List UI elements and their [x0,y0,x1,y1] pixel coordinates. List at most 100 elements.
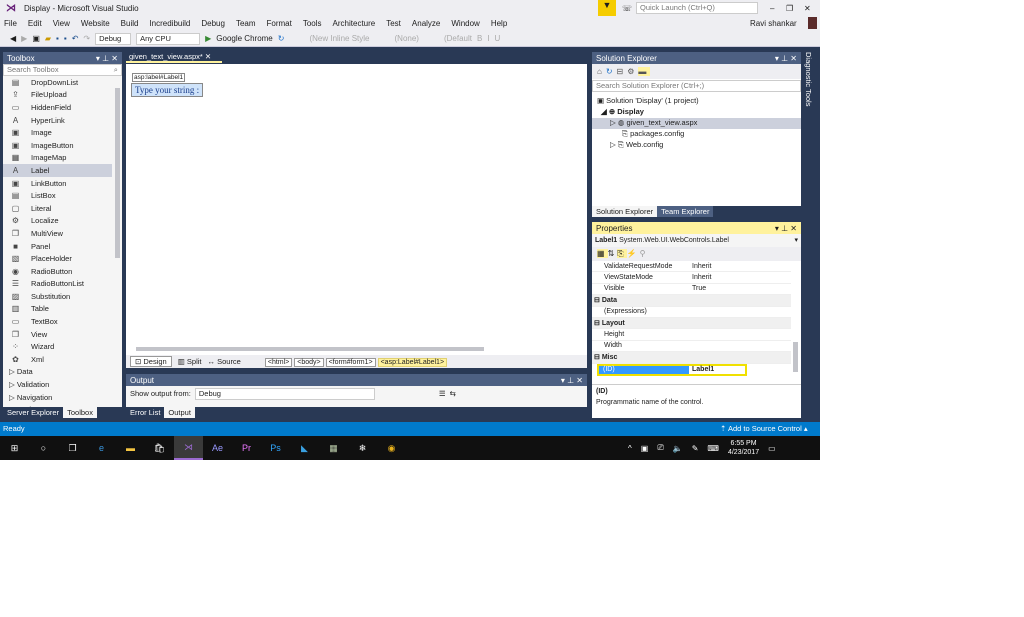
file-explorer-icon[interactable]: ▬ [116,436,145,460]
horizontal-scrollbar[interactable] [136,347,484,351]
tab-team-explorer[interactable]: Team Explorer [657,206,714,217]
undo-icon[interactable]: ↶ [72,34,79,43]
close-button[interactable]: ✕ [804,4,811,13]
category-data[interactable]: ⊟ Data [592,295,791,307]
bold-icon[interactable]: B [477,34,482,43]
tab-toolbox[interactable]: Toolbox [63,407,97,418]
diagnostic-tools-tab[interactable]: Diagnostic Tools [804,52,813,106]
refresh-icon[interactable]: ↻ [278,34,285,43]
menu-view[interactable]: View [53,19,70,28]
visual-studio-icon[interactable]: ⋊ [174,436,203,460]
network-icon[interactable]: ⎚ [657,443,663,453]
property-row[interactable]: ValidateRequestMode Inherit [592,261,791,273]
underline-icon[interactable]: U [495,34,501,43]
clear-all-icon[interactable]: ☰ [439,389,446,398]
font-select[interactable]: (Default [444,34,472,43]
add-to-source-control[interactable]: ⇡ Add to Source Control ▴ [720,422,808,436]
menu-website[interactable]: Website [81,19,110,28]
menu-architecture[interactable]: Architecture [333,19,376,28]
start-icon[interactable]: ▶ [205,34,211,43]
chrome-icon[interactable]: ◉ [377,436,406,460]
collapse-icon[interactable]: ⊟ [617,67,628,76]
property-row[interactable]: Width [592,341,791,353]
property-row[interactable]: Visible True [592,284,791,296]
property-row[interactable]: Height [592,329,791,341]
forward-icon[interactable]: ▶ [21,34,27,43]
toolbox-item-radiobutton[interactable]: ◉ RadioButton [3,265,112,278]
toolbox-item-substitution[interactable]: ▨ Substitution [3,290,112,303]
events-icon[interactable]: ⚡ [627,249,640,258]
redo-icon[interactable]: ↷ [83,34,90,43]
user-name[interactable]: Ravi shankar [750,19,797,28]
toolbox-search-input[interactable]: Search Toolbox ⌕ [3,64,122,76]
quick-launch-input[interactable]: Quick Launch (Ctrl+Q) [636,2,758,14]
store-icon[interactable]: 🛍 [145,436,174,460]
tab-error-list[interactable]: Error List [126,407,164,418]
start-button[interactable]: ⊞ [0,436,29,460]
premiere-icon[interactable]: Pr [232,436,261,460]
breadcrumb-body[interactable]: <body> [294,357,324,367]
style-select[interactable]: (New Inline Style [309,34,369,43]
category-layout[interactable]: ⊟ Layout [592,317,791,330]
menu-build[interactable]: Build [121,19,139,28]
tab-solution-explorer[interactable]: Solution Explorer [592,206,658,217]
configuration-select[interactable]: Debug [95,32,132,45]
preview-icon[interactable]: ▬ [638,67,651,76]
avatar[interactable] [808,17,817,29]
toolbox-item-label[interactable]: A Label [3,164,112,177]
menu-test[interactable]: Test [386,19,401,28]
id-value-input[interactable]: Label1 [689,366,714,373]
tray-app-icon[interactable]: ▣ [641,444,649,453]
solution-node[interactable]: ▣ Solution 'Display' (1 project) [592,96,801,107]
toolbox-item-image[interactable]: ▣ Image [3,126,112,139]
snowflake-app-icon[interactable]: ❄ [348,436,377,460]
property-pages-icon[interactable]: ⚲ [640,249,649,258]
toolbox-group-navigation[interactable]: ▷ Navigation [3,391,112,404]
close-tab-icon[interactable]: ✕ [205,52,211,61]
toolbox-scrollbar[interactable] [115,88,120,258]
toolbox-item-wizard[interactable]: ⁘ Wizard [3,340,112,353]
toolbox-item-hyperlink[interactable]: A HyperLink [3,114,112,127]
toolbox-item-fileupload[interactable]: ⇪ FileUpload [3,89,112,102]
menu-team[interactable]: Team [236,19,256,28]
menu-incredibuild[interactable]: Incredibuild [149,19,190,28]
se-pin-icon[interactable]: ▾ ⊥ ✕ [775,54,797,63]
tray-chevron-icon[interactable]: ^ [628,444,632,453]
new-project-icon[interactable]: ▣ [32,34,40,43]
tab-output[interactable]: Output [164,407,195,418]
open-icon[interactable]: ▰ [45,34,51,43]
property-row[interactable]: (Expressions) [592,307,791,318]
toolbox-group-validation[interactable]: ▷ Validation [3,378,112,391]
category-misc[interactable]: ⊟ Misc [592,352,791,364]
solution-search-input[interactable]: Search Solution Explorer (Ctrl+;) [592,80,801,92]
toolbox-item-multiview[interactable]: ❐ MultiView [3,227,112,240]
photoshop-icon[interactable]: Ps [261,436,290,460]
toolbox-item-linkbutton[interactable]: ▣ LinkButton [3,177,112,190]
home-icon[interactable]: ⌂ [597,67,606,76]
menu-analyze[interactable]: Analyze [412,19,440,28]
toolbox-item-xml[interactable]: ✿ Xml [3,353,112,366]
object-selector[interactable]: Label1 System.Web.UI.WebControls.Label ▾ [592,234,801,247]
toolbox-item-panel[interactable]: ■ Panel [3,240,112,253]
app-icon[interactable]: ▦ [319,436,348,460]
file-node[interactable]: ▷ ⎘ Web.config [592,140,801,151]
menu-tools[interactable]: Tools [303,19,322,28]
minimize-button[interactable]: – [770,4,774,13]
word-wrap-icon[interactable]: ⇆ [450,389,456,398]
toolbox-item-literal[interactable]: ▢ Literal [3,202,112,215]
toolbox-item-imagemap[interactable]: ▦ ImageMap [3,152,112,165]
pen-icon[interactable]: ✎ [692,444,699,453]
task-view-icon[interactable]: ❐ [58,436,87,460]
split-view-button[interactable]: ▥ Split [178,357,202,366]
toolbox-item-radiobuttonlist[interactable]: ☰ RadioButtonList [3,278,112,291]
toolbox-item-placeholder[interactable]: ▧ PlaceHolder [3,252,112,265]
properties-scrollbar[interactable] [793,342,798,372]
toolbox-item-imagebutton[interactable]: ▣ ImageButton [3,139,112,152]
toolbox-item-view[interactable]: ❐ View [3,328,112,341]
maximize-button[interactable]: ❐ [786,4,793,13]
menu-window[interactable]: Window [451,19,479,28]
categorized-icon[interactable]: ▦ [597,249,608,258]
tab-server-explorer[interactable]: Server Explorer [3,407,63,418]
breadcrumb-html[interactable]: <html> [264,357,293,367]
design-surface[interactable]: asp:label#Label1 Type your string : [126,64,587,355]
